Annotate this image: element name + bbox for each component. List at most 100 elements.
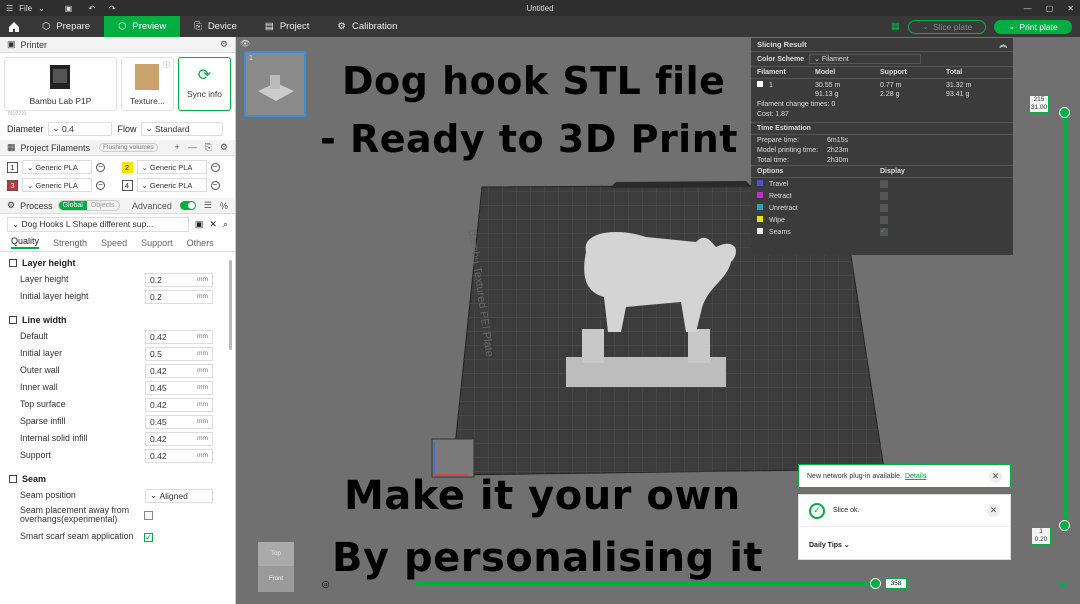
filament-select[interactable]: ⌄ Generic PLA bbox=[136, 178, 207, 192]
fit-view-icon[interactable]: ⊚ bbox=[321, 578, 330, 591]
slice-plate-button[interactable]: ⌄ Slice plate bbox=[908, 19, 986, 34]
flushing-volumes-button[interactable]: Flushing volumes bbox=[99, 143, 158, 152]
remove-filament-icon[interactable]: − bbox=[96, 180, 105, 190]
filament-swatch[interactable]: 3 bbox=[7, 179, 18, 191]
minimize-icon[interactable]: — bbox=[1024, 4, 1032, 13]
view-cube-front[interactable]: Front bbox=[258, 566, 294, 592]
display-checkbox[interactable] bbox=[880, 204, 888, 212]
close-icon[interactable]: ✕ bbox=[1067, 4, 1074, 13]
filament-select[interactable]: ⌄ Generic PLA bbox=[136, 160, 207, 174]
tab-prepare[interactable]: ⬡ Prepare bbox=[28, 16, 104, 37]
slice-status-panel: ✓ Slice ok. ✕ Daily Tips ⌄ bbox=[798, 494, 1011, 560]
line-width-input[interactable]: 0.5 mm bbox=[145, 346, 213, 361]
tab-others[interactable]: Others bbox=[187, 238, 214, 248]
collapse-icon[interactable]: ︽ bbox=[1000, 39, 1008, 50]
printer-select[interactable]: Bambu Lab P1P bbox=[4, 57, 117, 111]
close-icon[interactable]: ✕ bbox=[987, 504, 1000, 517]
flow-select[interactable]: ⌄ Standard bbox=[140, 121, 223, 136]
seam-position-select[interactable]: ⌄ Aligned bbox=[145, 488, 213, 503]
settings-scrollbar[interactable] bbox=[229, 260, 232, 350]
layers-icon[interactable]: ≋ bbox=[1058, 578, 1067, 591]
line-width-input[interactable]: 0.45 mm bbox=[145, 414, 213, 429]
close-icon[interactable]: ✕ bbox=[209, 219, 217, 230]
remove-filament-icon[interactable]: − bbox=[210, 162, 220, 172]
tab-quality[interactable]: Quality bbox=[11, 236, 40, 249]
tab-speed[interactable]: Speed bbox=[101, 238, 127, 248]
print-plate-button[interactable]: ⌄ Print plate bbox=[994, 19, 1072, 34]
save-icon[interactable]: ▣ bbox=[65, 4, 73, 13]
line-width-input[interactable]: 0.42 mm bbox=[145, 431, 213, 446]
filament-swatch[interactable]: 2 bbox=[121, 161, 133, 173]
move-slider-knob[interactable] bbox=[870, 578, 881, 589]
display-checkbox[interactable]: ✓ bbox=[880, 228, 888, 236]
sync-filament-icon[interactable]: ⎘ bbox=[205, 142, 212, 153]
file-menu[interactable]: File bbox=[19, 4, 32, 13]
tab-device[interactable]: ⎘ Device bbox=[180, 16, 251, 37]
chevron-down-icon[interactable]: ⌄ bbox=[38, 4, 45, 13]
layer-slider-top-knob[interactable] bbox=[1059, 107, 1070, 118]
initial-layer-height-input[interactable]: 0.2 mm bbox=[145, 289, 213, 304]
save-preset-icon[interactable]: ▣ bbox=[195, 219, 204, 230]
line-width-input[interactable]: 0.42 mm bbox=[145, 363, 213, 378]
tab-project[interactable]: ▤ Project bbox=[251, 16, 324, 37]
seam-placement-checkbox[interactable] bbox=[144, 510, 153, 520]
move-slider[interactable] bbox=[416, 582, 876, 585]
add-icon[interactable]: + bbox=[174, 142, 179, 153]
remove-filament-icon[interactable]: − bbox=[210, 180, 220, 190]
filament-swatch[interactable]: 4 bbox=[121, 179, 133, 191]
compare-icon[interactable]: % bbox=[220, 201, 228, 211]
sidebar: ▣ Printer ⚙ Bambu Lab P1P ⓘ Texture... ⟳… bbox=[0, 37, 236, 604]
process-preset-select[interactable]: ⌄ Dog Hooks L Shape different sup... bbox=[7, 216, 189, 232]
gear-icon[interactable]: ⚙ bbox=[220, 39, 228, 50]
sync-icon: ⟳ bbox=[197, 67, 212, 84]
advanced-switch[interactable] bbox=[179, 201, 196, 210]
layer-slider-bottom-knob[interactable] bbox=[1059, 520, 1070, 531]
home-icon[interactable] bbox=[0, 16, 28, 37]
gear-icon[interactable]: ⚙ bbox=[220, 142, 228, 153]
global-objects-toggle[interactable]: Global Objects bbox=[57, 200, 120, 211]
view-cube-top[interactable]: Top bbox=[258, 542, 294, 566]
preview-viewport[interactable]: 👁 1 Bambu Textured PEI Plate Dog hook ST… bbox=[236, 37, 1080, 604]
filament-swatch[interactable]: 1 bbox=[7, 161, 18, 173]
line-width-input[interactable]: 0.42 mm bbox=[145, 397, 213, 412]
layer-icon bbox=[9, 258, 17, 267]
display-checkbox[interactable] bbox=[880, 216, 888, 224]
line-width-input[interactable]: 0.42 mm bbox=[145, 329, 213, 344]
tab-preview[interactable]: ⬡ Preview bbox=[104, 16, 181, 37]
layer-slider[interactable] bbox=[1063, 109, 1067, 529]
view-cube[interactable]: Top Front bbox=[258, 542, 294, 592]
diameter-select[interactable]: ⌄ 0.4 bbox=[47, 121, 112, 136]
option-row: Travel bbox=[751, 178, 1013, 190]
close-icon[interactable]: ✕ bbox=[989, 469, 1002, 483]
plate-grid-icon[interactable]: ▦ bbox=[891, 21, 900, 32]
daily-tips[interactable]: Daily Tips ⌄ bbox=[799, 527, 1010, 549]
menu-icon[interactable]: ☰ bbox=[6, 4, 13, 13]
line-width-input[interactable]: 0.42 mm bbox=[145, 448, 213, 463]
plate-select[interactable]: ⓘ Texture... bbox=[120, 57, 174, 111]
details-link[interactable]: Details bbox=[905, 473, 926, 480]
redo-icon[interactable]: ↷ bbox=[109, 4, 116, 13]
filament-select[interactable]: ⌄ Generic PLA bbox=[22, 178, 92, 192]
line-width-input[interactable]: 0.45 mm bbox=[145, 380, 213, 395]
tab-calibration[interactable]: ⚙ Calibration bbox=[323, 16, 411, 37]
maximize-icon[interactable]: ▢ bbox=[1046, 4, 1054, 13]
list-icon[interactable]: ☰ bbox=[204, 200, 212, 211]
info-icon[interactable]: ⓘ bbox=[163, 60, 170, 70]
tab-strength[interactable]: Strength bbox=[53, 238, 87, 248]
undo-icon[interactable]: ↶ bbox=[88, 4, 95, 13]
smart-scarf-checkbox[interactable]: ✓ bbox=[144, 532, 153, 542]
remove-filament-icon[interactable]: − bbox=[96, 162, 105, 172]
group-line-width: Line width bbox=[0, 311, 227, 328]
remove-icon[interactable]: — bbox=[188, 142, 197, 153]
options-header: Options Display bbox=[751, 165, 1013, 178]
sync-info-button[interactable]: ⟳ Sync info bbox=[177, 57, 232, 111]
toggle-global[interactable]: Global bbox=[58, 201, 87, 210]
filament-select[interactable]: ⌄ Generic PLA bbox=[22, 160, 92, 174]
color-scheme-select[interactable]: ⌄ Filament bbox=[809, 54, 921, 64]
display-checkbox[interactable] bbox=[880, 180, 888, 188]
toggle-objects[interactable]: Objects bbox=[87, 201, 119, 210]
display-checkbox[interactable] bbox=[880, 192, 888, 200]
search-icon[interactable]: ⌕ bbox=[223, 219, 228, 230]
layer-height-input[interactable]: 0.2 mm bbox=[145, 272, 213, 287]
tab-support[interactable]: Support bbox=[141, 238, 173, 248]
